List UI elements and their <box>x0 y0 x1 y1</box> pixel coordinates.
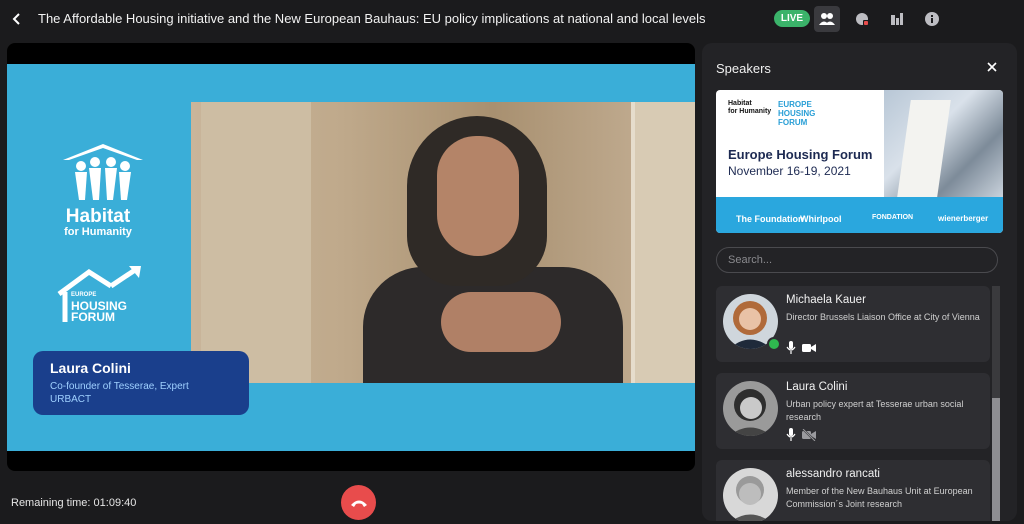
ehf-wordmark: EUROPE HOUSING FORUM <box>71 292 128 324</box>
speaker-name-card: Laura Colini Co-founder of Tesserae, Exp… <box>33 351 249 415</box>
microphone-icon <box>786 341 796 354</box>
back-button[interactable] <box>8 10 26 28</box>
speaker-name: Michaela Kauer <box>786 294 866 306</box>
chat-icon <box>856 13 869 26</box>
scrollbar-thumb[interactable] <box>992 398 1000 521</box>
banner-photo <box>884 90 1003 197</box>
top-bar: The Affordable Housing initiative and th… <box>0 0 1024 38</box>
sponsor-logo: The Foundation <box>736 214 804 224</box>
microphone-icon <box>786 428 796 441</box>
people-icon <box>819 13 835 25</box>
speaker-card[interactable]: Laura Colini Urban policy expert at Tess… <box>716 373 990 449</box>
banner-event-dates: November 16-19, 2021 <box>728 164 851 178</box>
phone-hangup-icon <box>350 500 367 507</box>
chevron-left-icon <box>12 13 20 25</box>
remaining-time: Remaining time: 01:09:40 <box>11 497 137 509</box>
video-stage: Habitat for Humanity EUROPE HOUSING FORU… <box>7 43 695 471</box>
sponsor-logo: FONDATION <box>872 214 914 221</box>
event-banner: Habitat for Humanity EUROPE HOUSING FORU… <box>716 90 1003 233</box>
habitat-wordmark: Habitat <box>65 206 131 227</box>
speaker-video-feed <box>191 102 695 383</box>
speaker-role: Co-founder of Tesserae, Expert URBACT <box>50 381 189 405</box>
habitat-logo-icon <box>63 144 143 200</box>
speaker-name: alessandro rancati <box>786 468 880 480</box>
video-off-icon <box>802 429 816 441</box>
close-icon <box>987 62 997 72</box>
speaker-search-input[interactable] <box>716 247 998 273</box>
presentation-slide: Habitat for Humanity EUROPE HOUSING FORU… <box>7 64 695 451</box>
bar-chart-icon <box>891 13 903 25</box>
panel-title: Speakers <box>716 61 771 76</box>
live-badge: LIVE <box>774 10 810 27</box>
video-camera-icon <box>802 344 816 352</box>
speaker-name: Laura Colini <box>786 381 848 393</box>
leave-call-button[interactable] <box>341 485 376 520</box>
session-title: The Affordable Housing initiative and th… <box>38 11 706 26</box>
sponsor-logo: wienerberger <box>938 214 989 223</box>
speaker-role: Urban policy expert at Tesserae urban so… <box>786 399 964 422</box>
close-panel-button[interactable] <box>984 59 1000 75</box>
sponsor-logo: Whirlpool <box>800 214 842 224</box>
online-status-dot <box>767 337 781 351</box>
banner-ehf-logo: EUROPE HOUSING FORUM <box>778 100 816 127</box>
avatar <box>723 468 778 521</box>
speaker-card[interactable]: alessandro rancati Member of the New Bau… <box>716 460 990 521</box>
chat-toggle-button[interactable] <box>849 6 875 32</box>
habitat-tagline: for Humanity <box>64 226 132 238</box>
avatar <box>723 381 778 436</box>
banner-event-title: Europe Housing Forum <box>728 147 873 162</box>
sponsor-strip: The Foundation Whirlpool FONDATION wiene… <box>716 197 1003 233</box>
speaker-role: Director Brussels Liaison Office at City… <box>786 312 980 322</box>
speakers-panel: Speakers Habitat for Humanity EUROPE HOU… <box>702 43 1017 521</box>
speakers-toggle-button[interactable] <box>814 6 840 32</box>
speaker-list: Michaela Kauer Director Brussels Liaison… <box>716 286 993 521</box>
speaker-name: Laura Colini <box>50 360 131 376</box>
polls-toggle-button[interactable] <box>884 6 910 32</box>
info-toggle-button[interactable] <box>919 6 945 32</box>
speaker-role: Member of the New Bauhaus Unit at Europe… <box>786 486 973 509</box>
banner-habitat-logo: Habitat for Humanity <box>728 100 772 115</box>
info-icon <box>925 12 939 26</box>
speaker-card[interactable]: Michaela Kauer Director Brussels Liaison… <box>716 286 990 362</box>
